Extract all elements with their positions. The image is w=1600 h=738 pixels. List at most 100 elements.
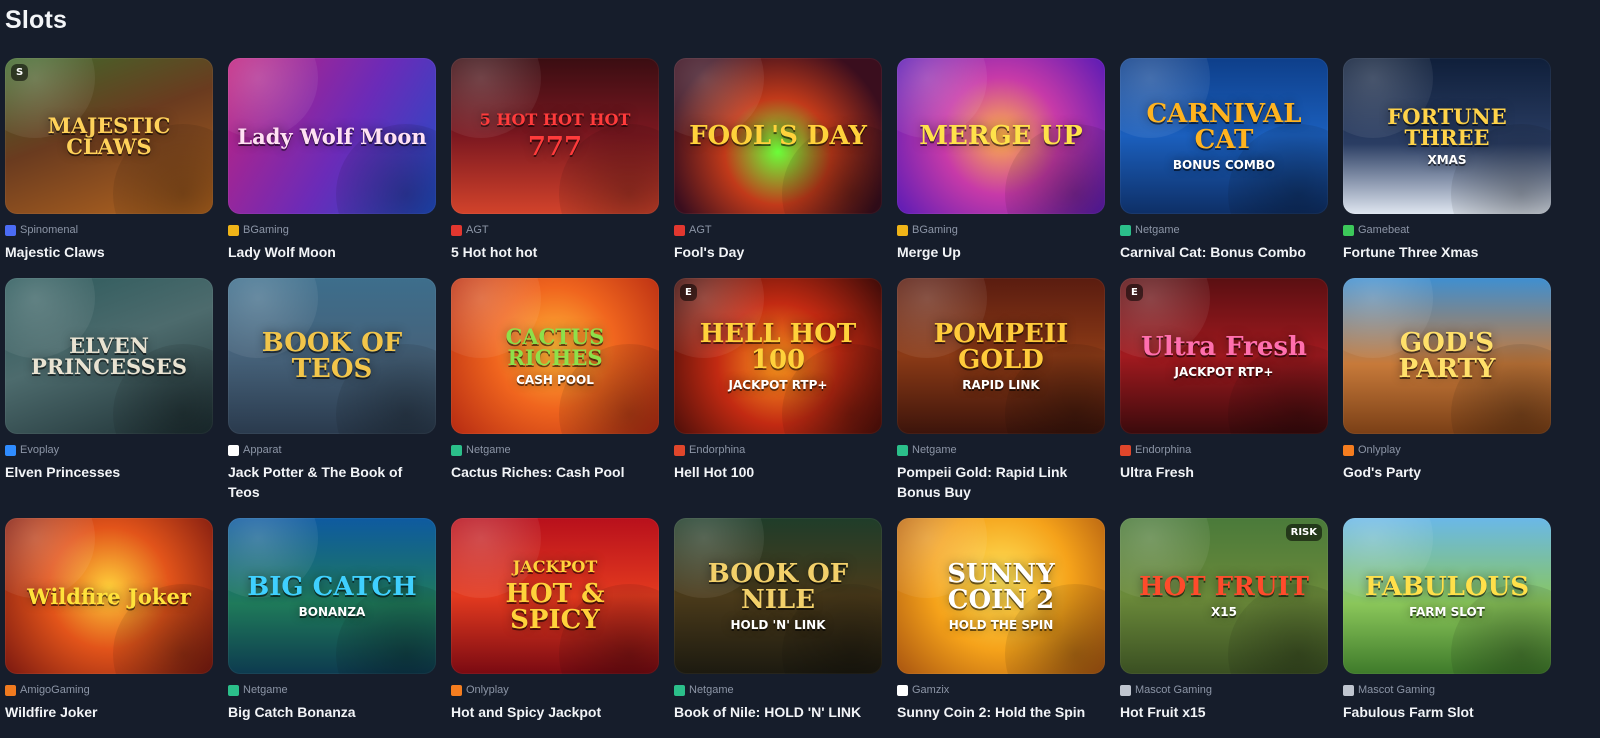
game-card[interactable]: BIG CATCH BONANZA Netgame Big Catch Bonanza <box>228 518 436 738</box>
provider-name: Gamzix <box>912 684 950 696</box>
game-card[interactable]: RISK HOT FRUIT X15 Mascot Gaming Hot Fruit x… <box>1120 518 1328 738</box>
evoplay-stripes-icon <box>5 444 16 456</box>
game-name[interactable]: Wildfire Joker <box>5 702 213 722</box>
game-thumbnail[interactable]: ELVEN PRINCESSES <box>5 278 213 434</box>
section-title: Slots <box>5 6 68 34</box>
game-card[interactable]: SUNNY COIN 2 HOLD THE SPIN Gamzix Sunny Coi… <box>897 518 1105 738</box>
game-name[interactable]: Majestic Claws <box>5 242 213 262</box>
game-card[interactable]: POMPEII GOLD RAPID LINK Netgame Pompeii Gol… <box>897 278 1105 518</box>
game-name[interactable]: Hot Fruit x15 <box>1120 702 1328 722</box>
game-name[interactable]: Merge Up <box>897 242 1105 262</box>
game-card[interactable]: E HELL HOT 100 JACKPOT RTP+ Endorphina Hell … <box>674 278 882 518</box>
game-name[interactable]: Hell Hot 100 <box>674 462 882 482</box>
agt-triangle-icon <box>674 224 685 236</box>
game-thumbnail[interactable]: E HELL HOT 100 JACKPOT RTP+ <box>674 278 882 434</box>
provider-row[interactable]: Netgame <box>228 683 436 697</box>
game-name[interactable]: Cactus Riches: Cash Pool <box>451 462 659 482</box>
provider-name: Evoplay <box>20 444 60 456</box>
game-card[interactable]: E Ultra Fresh JACKPOT RTP+ Endorphina Ultra … <box>1120 278 1328 518</box>
game-card[interactable]: GOD'S PARTY Onlyplay God's Party <box>1343 278 1551 518</box>
game-thumbnail[interactable]: SUNNY COIN 2 HOLD THE SPIN <box>897 518 1105 674</box>
provider-row[interactable]: Netgame <box>1120 223 1328 237</box>
game-card[interactable]: BOOK OF TEOS Apparat Jack Potter & The Boo… <box>228 278 436 518</box>
game-name[interactable]: Jack Potter & The Book of Teos <box>228 462 436 502</box>
thumbnail-main-text: FORTUNE THREE <box>1387 104 1507 150</box>
game-card[interactable]: FORTUNE THREE XMAS Gamebeat Fortune Three X… <box>1343 58 1551 278</box>
game-name[interactable]: Hot and Spicy Jackpot <box>451 702 659 722</box>
game-name[interactable]: Elven Princesses <box>5 462 213 482</box>
provider-row[interactable]: AGT <box>451 223 659 237</box>
game-thumbnail[interactable]: Wildfire Joker <box>5 518 213 674</box>
provider-row[interactable]: Endorphina <box>674 443 882 457</box>
thumbnail-title-art: Ultra Fresh JACKPOT RTP+ <box>1133 334 1315 378</box>
game-card[interactable]: Lady Wolf Moon BGaming Lady Wolf Moon <box>228 58 436 278</box>
game-name[interactable]: 5 Hot hot hot <box>451 242 659 262</box>
game-name[interactable]: Pompeii Gold: Rapid Link Bonus Buy <box>897 462 1105 502</box>
game-meta: Mascot Gaming Fabulous Farm Slot <box>1343 683 1551 722</box>
game-thumbnail[interactable]: FOOL'S DAY <box>674 58 882 214</box>
game-thumbnail[interactable]: RISK HOT FRUIT X15 <box>1120 518 1328 674</box>
game-card[interactable]: BOOK OF NILE HOLD 'N' LINK Netgame Book of … <box>674 518 882 738</box>
provider-row[interactable]: Netgame <box>674 683 882 697</box>
provider-row[interactable]: Onlyplay <box>1343 443 1551 457</box>
provider-row[interactable]: AGT <box>674 223 882 237</box>
provider-row[interactable]: Evoplay <box>5 443 213 457</box>
game-thumbnail[interactable]: 5 HOT HOT HOT 777 <box>451 58 659 214</box>
thumbnail-title-art: JACKPOT HOT & SPICY <box>451 559 659 634</box>
game-card[interactable]: MERGE UP BGaming Merge Up <box>897 58 1105 278</box>
provider-row[interactable]: Netgame <box>897 443 1105 457</box>
game-thumbnail[interactable]: BOOK OF TEOS <box>228 278 436 434</box>
game-thumbnail[interactable]: Lady Wolf Moon <box>228 58 436 214</box>
game-name[interactable]: Sunny Coin 2: Hold the Spin <box>897 702 1105 722</box>
game-card[interactable]: FOOL'S DAY AGT Fool's Day <box>674 58 882 278</box>
provider-row[interactable]: Gamebeat <box>1343 223 1551 237</box>
game-thumbnail[interactable]: E Ultra Fresh JACKPOT RTP+ <box>1120 278 1328 434</box>
game-name[interactable]: Lady Wolf Moon <box>228 242 436 262</box>
game-name[interactable]: Ultra Fresh <box>1120 462 1328 482</box>
game-name[interactable]: Carnival Cat: Bonus Combo <box>1120 242 1328 262</box>
thumbnail-title-art: FABULOUS FARM SLOT <box>1357 574 1537 618</box>
provider-row[interactable]: Gamzix <box>897 683 1105 697</box>
provider-row[interactable]: Spinomenal <box>5 223 213 237</box>
game-name[interactable]: Fool's Day <box>674 242 882 262</box>
game-card[interactable]: ELVEN PRINCESSES Evoplay Elven Princesses <box>5 278 213 518</box>
game-card[interactable]: S MAJESTIC CLAWS Spinomenal Majestic Claws <box>5 58 213 278</box>
game-name[interactable]: Big Catch Bonanza <box>228 702 436 722</box>
thumbnail-title-art: 5 HOT HOT HOT 777 <box>472 110 639 161</box>
provider-row[interactable]: Endorphina <box>1120 443 1328 457</box>
game-thumbnail[interactable]: BOOK OF NILE HOLD 'N' LINK <box>674 518 882 674</box>
game-thumbnail[interactable]: POMPEII GOLD RAPID LINK <box>897 278 1105 434</box>
game-thumbnail[interactable]: BIG CATCH BONANZA <box>228 518 436 674</box>
provider-row[interactable]: BGaming <box>228 223 436 237</box>
game-card[interactable]: Wildfire Joker AmigoGaming Wildfire Joker <box>5 518 213 738</box>
game-name[interactable]: Fortune Three Xmas <box>1343 242 1551 262</box>
provider-row[interactable]: BGaming <box>897 223 1105 237</box>
game-card[interactable]: CARNIVAL CAT BONUS COMBO Netgame Carnival C… <box>1120 58 1328 278</box>
game-thumbnail[interactable]: CARNIVAL CAT BONUS COMBO <box>1120 58 1328 214</box>
game-thumbnail[interactable]: MERGE UP <box>897 58 1105 214</box>
game-card[interactable]: 5 HOT HOT HOT 777 AGT 5 Hot hot hot <box>451 58 659 278</box>
game-thumbnail[interactable]: CACTUS RICHES CASH POOL <box>451 278 659 434</box>
provider-row[interactable]: Apparat <box>228 443 436 457</box>
provider-row[interactable]: Onlyplay <box>451 683 659 697</box>
game-name[interactable]: Fabulous Farm Slot <box>1343 702 1551 722</box>
game-name[interactable]: God's Party <box>1343 462 1551 482</box>
game-name[interactable]: Book of Nile: HOLD 'N' LINK <box>674 702 882 722</box>
game-card[interactable]: CACTUS RICHES CASH POOL Netgame Cactus Rich… <box>451 278 659 518</box>
provider-name: Mascot Gaming <box>1358 684 1436 696</box>
provider-row[interactable]: Mascot Gaming <box>1343 683 1551 697</box>
game-card[interactable]: JACKPOT HOT & SPICY Onlyplay Hot and Spicy … <box>451 518 659 738</box>
thumbnail-top-text: 5 HOT HOT HOT <box>479 110 631 129</box>
risk-badge: RISK <box>1285 524 1322 541</box>
game-thumbnail[interactable]: GOD'S PARTY <box>1343 278 1551 434</box>
netgame-diamond-icon <box>897 444 908 456</box>
game-thumbnail[interactable]: FABULOUS FARM SLOT <box>1343 518 1551 674</box>
game-thumbnail[interactable]: S MAJESTIC CLAWS <box>5 58 213 214</box>
game-card[interactable]: FABULOUS FARM SLOT Mascot Gaming Fabulous F… <box>1343 518 1551 738</box>
game-thumbnail[interactable]: FORTUNE THREE XMAS <box>1343 58 1551 214</box>
thumbnail-main-text: CARNIVAL CAT <box>1146 99 1302 155</box>
provider-row[interactable]: AmigoGaming <box>5 683 213 697</box>
provider-row[interactable]: Netgame <box>451 443 659 457</box>
provider-row[interactable]: Mascot Gaming <box>1120 683 1328 697</box>
game-thumbnail[interactable]: JACKPOT HOT & SPICY <box>451 518 659 674</box>
